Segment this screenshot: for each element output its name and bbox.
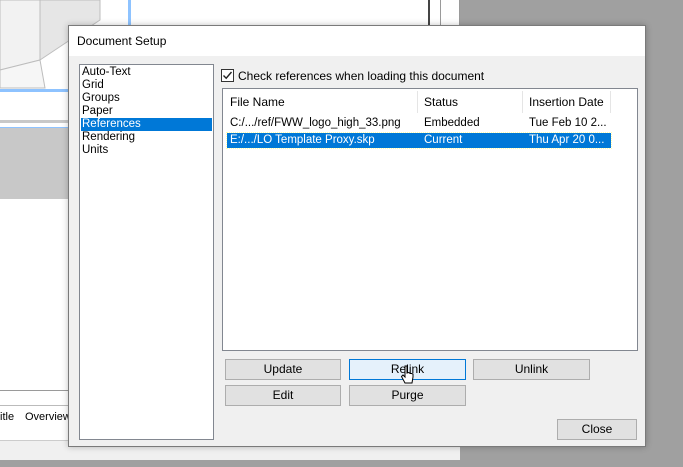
background-tab-title[interactable]: itle [0,411,14,423]
column-header-file-name[interactable]: File Name [224,91,418,113]
table-row-selected[interactable]: E:/.../LO Template Proxy.skp Current Thu… [226,132,612,149]
update-button[interactable]: Update [225,359,341,380]
background-tab-overview[interactable]: Overview [25,411,71,423]
insertion-date-cell: Thu Apr 20 0... [529,134,605,146]
gray-block [0,127,69,199]
close-button[interactable]: Close [557,419,637,440]
document-setup-dialog: Document Setup Auto-Text Grid Groups Pap… [68,25,646,447]
dialog-titlebar[interactable]: Document Setup [69,26,645,56]
file-name-cell: C:/.../ref/FWW_logo_high_33.png [230,117,401,129]
gray-block [0,120,69,123]
background-tab-bar: itle Overview [0,405,71,433]
status-cell: Embedded [424,117,480,129]
column-header-insertion-date[interactable]: Insertion Date [523,91,611,113]
dialog-title: Document Setup [77,34,167,48]
edit-button[interactable]: Edit [225,385,341,406]
column-header-status[interactable]: Status [418,91,523,113]
file-name-cell: E:/.../LO Template Proxy.skp [230,134,375,146]
sidebar-item-units[interactable]: Units [81,144,212,157]
sidebar-item-references[interactable]: References [81,118,212,131]
settings-category-list: Auto-Text Grid Groups Paper References R… [79,64,214,440]
sidebar-item-rendering[interactable]: Rendering [81,131,212,144]
insertion-date-cell: Tue Feb 10 2... [529,117,607,129]
status-cell: Current [424,134,463,146]
sidebar-item-auto-text[interactable]: Auto-Text [81,66,212,79]
check-references-checkbox[interactable] [221,69,234,82]
unlink-button[interactable]: Unlink [473,359,590,380]
sidebar-item-paper[interactable]: Paper [81,105,212,118]
check-references-label: Check references when loading this docum… [238,69,485,83]
divider [0,390,70,391]
checkmark-icon [223,71,233,80]
table-row[interactable]: C:/.../ref/FWW_logo_high_33.png Embedded… [227,116,611,131]
purge-button[interactable]: Purge [349,385,466,406]
sidebar-item-groups[interactable]: Groups [81,92,212,105]
sidebar-item-grid[interactable]: Grid [81,79,212,92]
mouse-pointer-icon [400,365,414,384]
references-table: File Name Status Insertion Date C:/.../r… [222,88,638,351]
